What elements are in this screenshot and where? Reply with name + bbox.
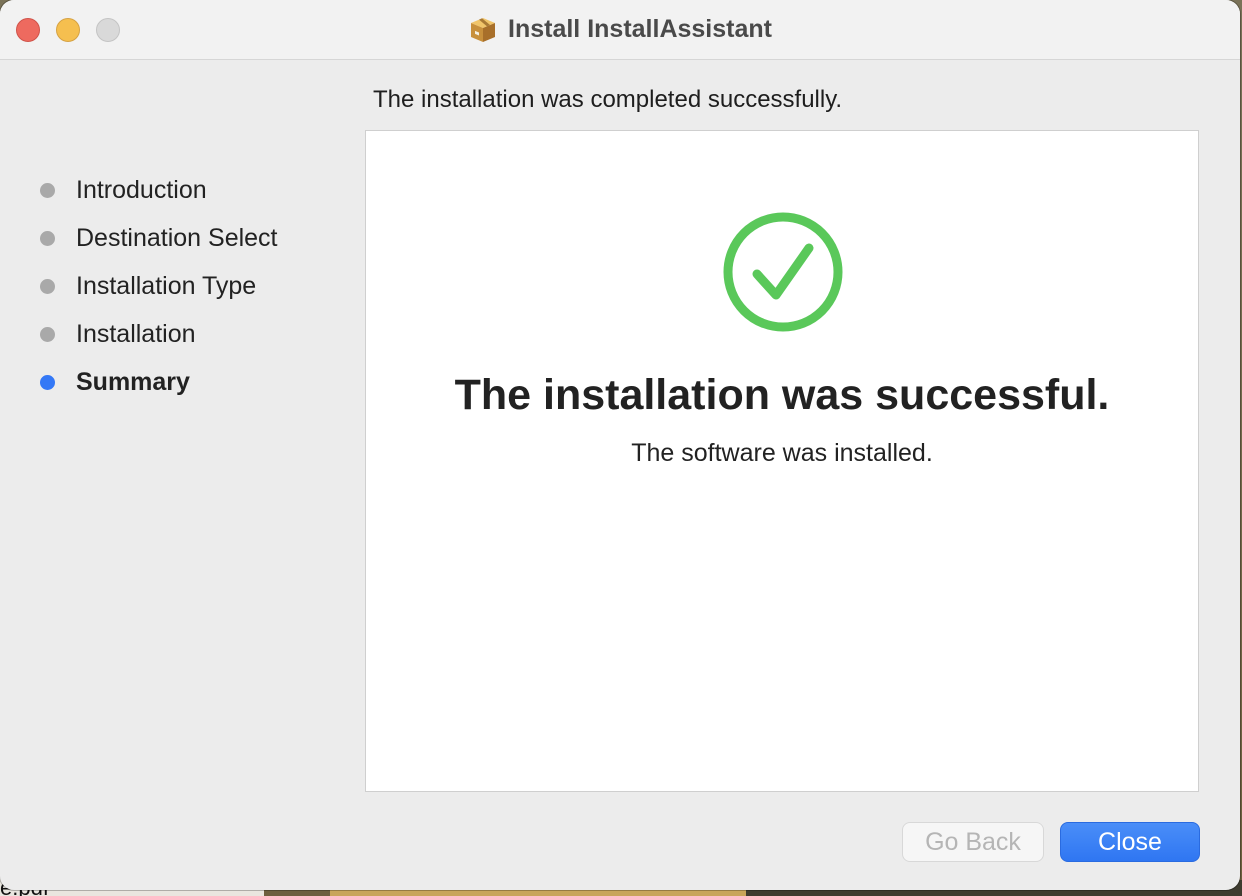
checkmark-circle-icon xyxy=(723,212,843,332)
window-title: Install InstallAssistant xyxy=(508,15,772,43)
go-back-button[interactable]: Go Back xyxy=(902,822,1044,862)
step-indicator-dot xyxy=(40,326,55,342)
step-label-active: Summary xyxy=(76,367,190,396)
step-installation: Installation xyxy=(0,310,340,358)
package-icon xyxy=(471,17,496,42)
success-message: The software was installed. xyxy=(631,439,933,467)
step-indicator-dot xyxy=(40,230,55,246)
step-destination-select: Destination Select xyxy=(0,214,340,262)
close-button[interactable]: Close xyxy=(1060,822,1200,862)
step-label: Installation xyxy=(76,319,196,348)
title-bar[interactable]: Install InstallAssistant xyxy=(0,0,1240,60)
window-title-group: Install InstallAssistant xyxy=(0,0,1240,59)
step-summary: Summary xyxy=(0,358,340,406)
installer-steps-sidebar: Introduction Destination Select Installa… xyxy=(0,166,340,406)
step-indicator-dot xyxy=(40,182,55,198)
step-label: Destination Select xyxy=(76,223,278,252)
installer-window: Install InstallAssistant The installatio… xyxy=(0,0,1240,890)
step-indicator-dot-active xyxy=(40,374,55,390)
step-introduction: Introduction xyxy=(0,166,340,214)
step-installation-type: Installation Type xyxy=(0,262,340,310)
page-caption: The installation was completed successfu… xyxy=(373,86,843,113)
step-label: Introduction xyxy=(76,175,207,204)
step-indicator-dot xyxy=(40,278,55,294)
step-label: Installation Type xyxy=(76,271,257,300)
success-headline: The installation was successful. xyxy=(454,371,1110,419)
summary-content-panel: The installation was successful. The sof… xyxy=(365,130,1199,792)
